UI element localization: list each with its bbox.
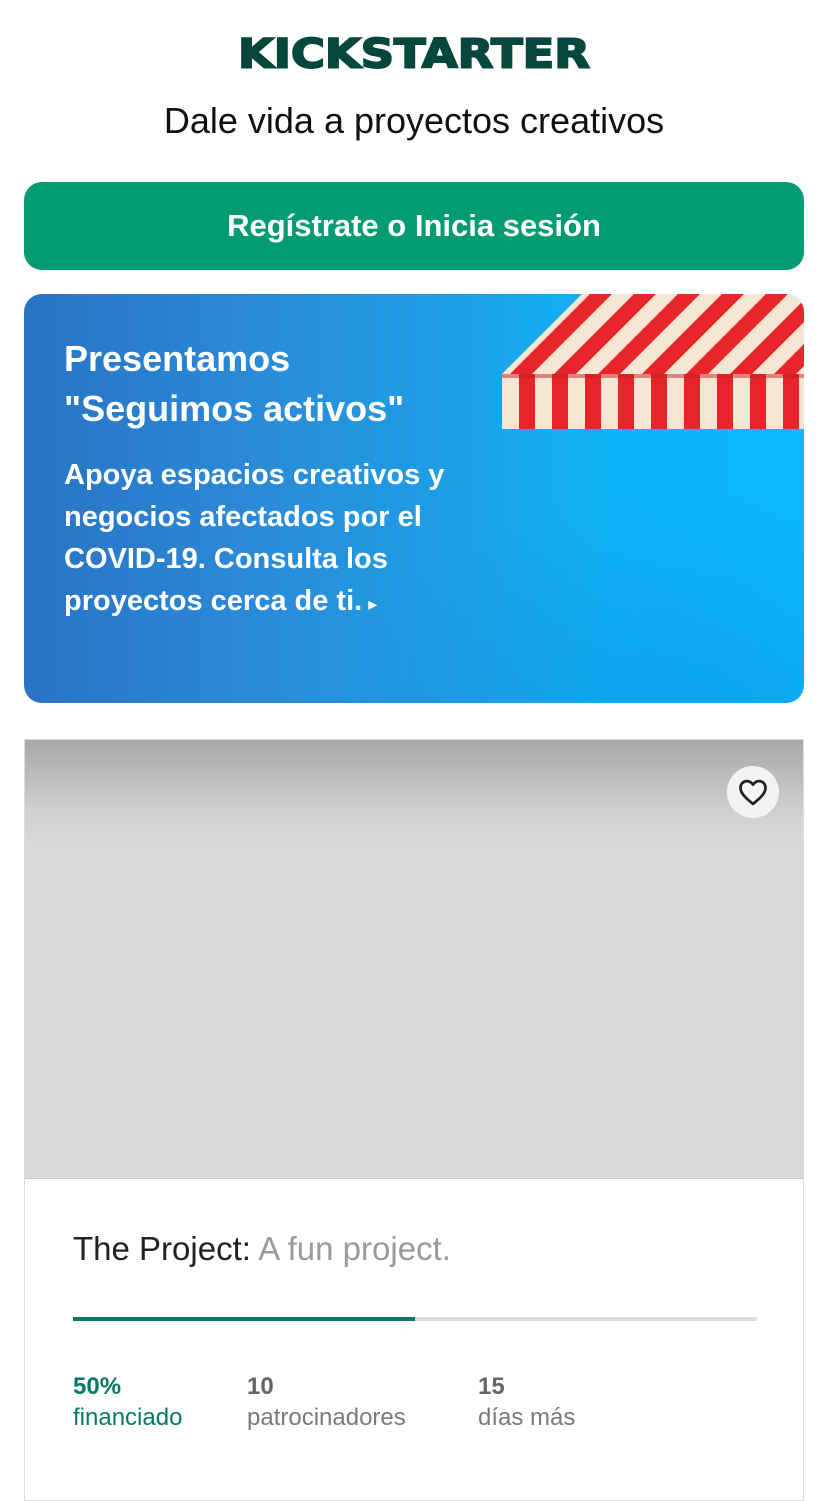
stat-backers-value: 10 [247, 1373, 274, 1400]
banner-body-text: Apoya espacios creativos y negocios afec… [64, 459, 445, 617]
kickstarter-logo: KICKSTARTER [0, 28, 828, 78]
stat-funded-value: 50% [73, 1373, 122, 1400]
banner-body: Apoya espacios creativos y negocios afec… [64, 454, 464, 625]
project-image[interactable] [25, 740, 803, 1179]
favorite-button[interactable] [727, 766, 779, 818]
stat-backers-label: patrocinadores [247, 1404, 406, 1431]
funding-progress-bar [73, 1317, 757, 1321]
stat-funded-label: financiado [73, 1404, 183, 1431]
stat-days-value: 15 [478, 1373, 505, 1400]
stat-backers: 10 patrocinadores [247, 1372, 406, 1434]
funding-progress-fill [73, 1317, 415, 1321]
logo-text: KICKSTARTER [237, 29, 591, 77]
project-card[interactable]: The Project: A fun project. 50% financia… [24, 739, 804, 1501]
banner-title-line2: "Seguimos activos" [64, 388, 405, 429]
stat-days-label: días más [478, 1404, 576, 1431]
heart-outline-icon [739, 779, 767, 806]
signup-login-button[interactable]: Regístrate o Inicia sesión [24, 182, 804, 270]
seguimos-activos-banner[interactable]: Presentamos "Seguimos activos" Apoya esp… [24, 294, 804, 703]
banner-title: Presentamos "Seguimos activos" [64, 334, 484, 434]
awning-illustration [502, 294, 804, 429]
play-arrow-icon: ▸ [368, 594, 378, 614]
project-blurb: A fun project. [258, 1230, 451, 1267]
tagline: Dale vida a proyectos creativos [163, 100, 665, 141]
stat-funded: 50% financiado [73, 1372, 182, 1434]
stat-days: 15 días más [478, 1372, 575, 1434]
project-title[interactable]: The Project: A fun project. [73, 1230, 451, 1268]
project-name: The Project: [73, 1230, 251, 1267]
banner-title-line1: Presentamos [64, 338, 291, 379]
